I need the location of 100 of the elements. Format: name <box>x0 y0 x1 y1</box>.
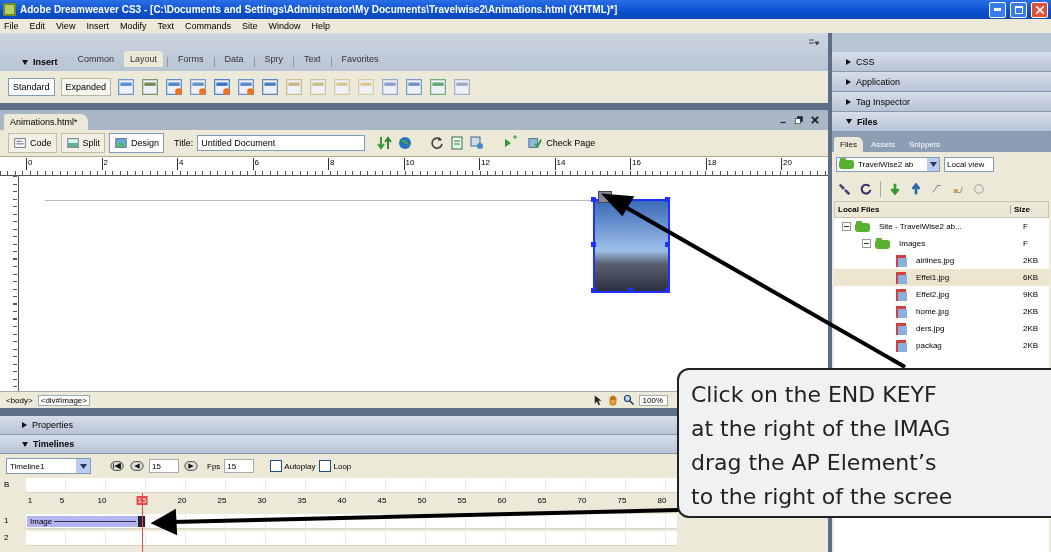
file-row[interactable]: Effel2.jpg 9KB <box>834 286 1049 303</box>
tag-selector-item[interactable]: <body> <box>4 395 35 405</box>
panel-title: Timelines <box>33 439 75 449</box>
panel-tab[interactable]: Files <box>834 137 863 152</box>
layout-element-icon[interactable] <box>405 78 424 96</box>
menu-item[interactable]: Commands <box>184 21 231 31</box>
file-size: 2KB <box>1023 307 1040 316</box>
insert-tab[interactable]: Favorites <box>335 51 385 67</box>
insert-tab[interactable]: Forms <box>172 51 210 67</box>
checkbox[interactable] <box>270 460 283 472</box>
panel-header[interactable]: Files <box>832 112 1051 132</box>
site-dropdown[interactable]: TravelWise2 ab <box>836 156 940 172</box>
properties-panel-header[interactable]: Properties <box>0 416 677 435</box>
file-row[interactable]: packag 2KB <box>834 337 1049 354</box>
panel-header[interactable]: Tag Inspector <box>832 92 1051 112</box>
timeline-dropdown[interactable]: Timeline1 <box>6 458 91 474</box>
insert-tab[interactable]: Data <box>218 51 250 67</box>
insert-tab[interactable]: Common <box>71 51 121 67</box>
zoom-field[interactable]: 100% <box>638 394 668 406</box>
image-file-icon <box>894 270 908 285</box>
check-page-button[interactable]: Check Page <box>523 134 600 152</box>
menu-item[interactable]: Edit <box>29 21 46 31</box>
rewind-button-icon[interactable] <box>109 459 125 473</box>
restore-icon[interactable] <box>794 115 804 125</box>
insert-tab[interactable]: Layout <box>124 51 164 67</box>
frame-number: 10 <box>97 496 107 505</box>
checkbox-label: Autoplay <box>284 461 316 471</box>
tree-toggle-icon[interactable] <box>842 222 851 231</box>
options-menu-icon[interactable] <box>808 39 820 47</box>
file-name: Effel2.jpg <box>916 290 951 299</box>
panel-header[interactable]: Application <box>832 72 1051 92</box>
frame-number: 75 <box>617 496 627 505</box>
file-row[interactable]: Effel1.jpg 6KB <box>834 269 1049 286</box>
frame-number: 30 <box>257 496 267 505</box>
layout-element-icon[interactable] <box>117 78 136 96</box>
globe-icon[interactable] <box>397 135 414 151</box>
layout-element-icon[interactable] <box>141 78 160 96</box>
layout-element-icon[interactable] <box>165 78 184 96</box>
file-row[interactable]: airlines.jpg 2KB <box>834 252 1049 269</box>
frame-field[interactable]: 15 <box>149 459 179 473</box>
visual-aids-icon[interactable] <box>469 135 486 151</box>
layout-element-icon[interactable] <box>261 78 280 96</box>
file-row[interactable]: ders.jpg 2KB <box>834 320 1049 337</box>
title-field[interactable]: Untitled Document <box>197 135 366 151</box>
refresh-icon[interactable] <box>859 181 873 196</box>
menu-item[interactable]: Modify <box>119 21 147 31</box>
timelines-panel-header[interactable]: Timelines <box>0 435 677 454</box>
menu-item[interactable]: Text <box>157 21 174 31</box>
minimize-icon <box>994 8 1001 11</box>
column-header[interactable]: Local Files <box>835 205 1011 214</box>
play-button-icon[interactable] <box>183 459 199 473</box>
menu-item[interactable]: Window <box>268 21 301 31</box>
close-button[interactable] <box>1031 1 1048 18</box>
layout-element-icon[interactable] <box>429 78 448 96</box>
ruler-number: 20 <box>781 158 792 170</box>
document-tab[interactable]: Animations.html* <box>4 114 88 130</box>
layout-element-icon[interactable] <box>453 78 472 96</box>
column-header[interactable]: Size <box>1011 205 1048 214</box>
tree-toggle-icon[interactable] <box>862 239 871 248</box>
hand-tool-icon[interactable] <box>606 394 619 406</box>
download-arrow-icon[interactable] <box>888 181 902 196</box>
layout-element-icon[interactable] <box>189 78 208 96</box>
view-button[interactable]: Split <box>60 133 106 153</box>
zoom-tool-icon[interactable] <box>622 394 635 406</box>
checkbox[interactable] <box>319 460 332 472</box>
insert-tab[interactable]: Spry <box>258 51 290 67</box>
refresh-icon[interactable] <box>429 135 446 151</box>
panel-title: CSS <box>856 56 875 67</box>
menu-item[interactable]: Help <box>311 21 330 31</box>
window-title: Adobe Dreamweaver CS3 - [C:\Documents and Settings\Administrator\My Documents\Travelwise2\Animations.html (XHTML)*] <box>20 4 619 15</box>
file-size: 2KB <box>1023 324 1040 333</box>
layout-element-icon[interactable] <box>213 78 232 96</box>
menu-item[interactable]: Insert <box>86 21 109 31</box>
ruler-number: 18 <box>705 158 717 170</box>
minimize-button[interactable] <box>989 1 1006 18</box>
view-dropdown[interactable]: Local view <box>944 156 994 172</box>
app-logo-icon <box>3 3 16 16</box>
maximize-button[interactable] <box>1010 1 1027 18</box>
file-row[interactable]: home.jpg 2KB <box>834 303 1049 320</box>
file-transfer-icon[interactable] <box>377 135 394 151</box>
menu-item[interactable]: View <box>56 21 76 31</box>
insert-tab[interactable]: Text <box>298 51 327 67</box>
back-button-icon[interactable] <box>129 459 145 473</box>
animation-bar[interactable]: Image <box>27 516 145 527</box>
close-icon[interactable] <box>810 115 820 125</box>
panel-header[interactable]: CSS <box>832 52 1051 72</box>
menu-item[interactable]: File <box>4 21 19 31</box>
fps-label: Fps <box>207 461 221 471</box>
fps-field[interactable]: 15 <box>224 459 255 473</box>
mode-button[interactable]: Standard <box>8 78 55 96</box>
folder-icon <box>839 158 855 170</box>
menu-item[interactable]: Site <box>241 21 258 31</box>
layout-element-icon[interactable] <box>381 78 400 96</box>
mode-button[interactable]: Expanded <box>60 78 112 96</box>
upload-arrow-icon[interactable] <box>909 181 923 196</box>
layout-element-icon[interactable] <box>237 78 256 96</box>
view-button[interactable]: Code <box>8 133 57 153</box>
tag-selector-item[interactable]: <div#Image> <box>37 394 90 406</box>
view-button[interactable]: Design <box>109 133 165 153</box>
insert-label[interactable]: Insert <box>22 57 58 67</box>
